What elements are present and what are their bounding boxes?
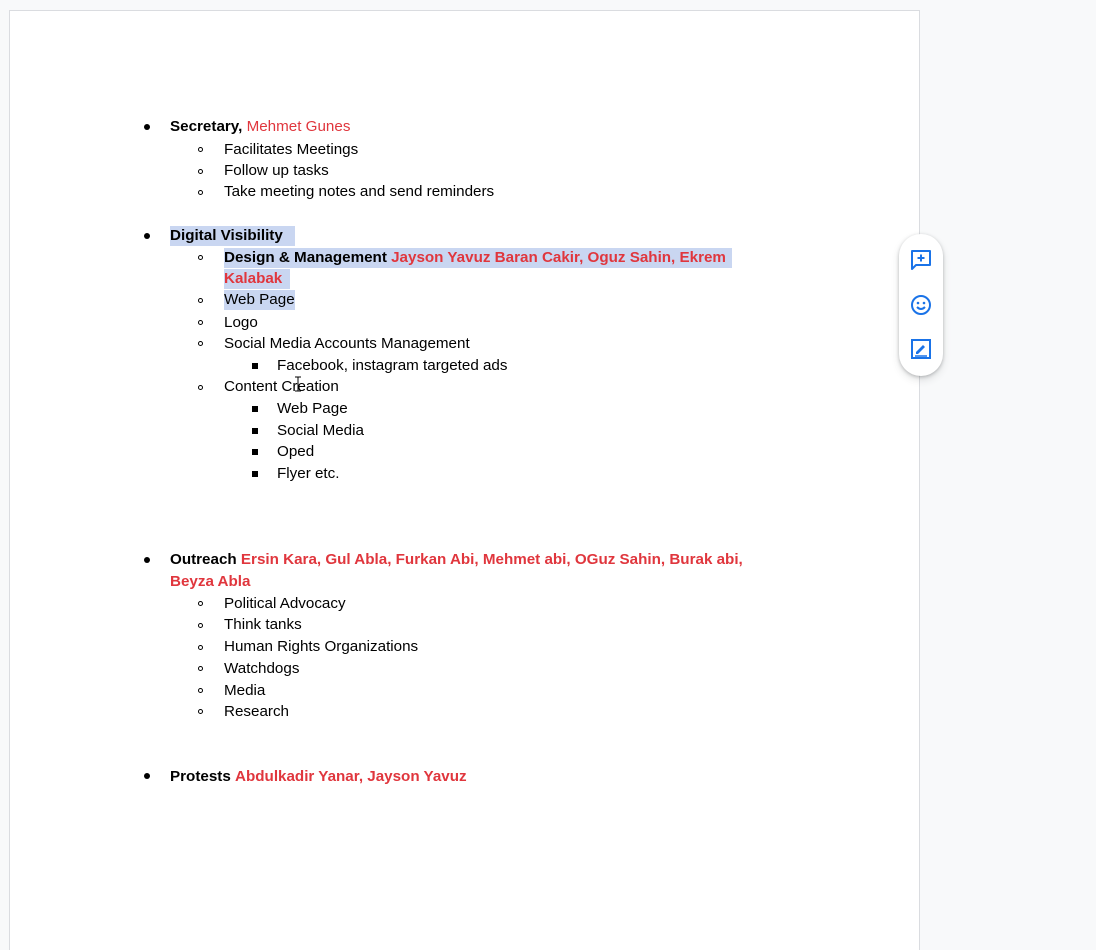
- outreach-names-continued[interactable]: Beyza Abla: [170, 572, 250, 592]
- protests-heading[interactable]: Protests Abdulkadir Yanar, Jayson Yavuz: [170, 767, 467, 787]
- sub-bullet: [198, 255, 203, 260]
- bullet: [144, 233, 150, 239]
- document-page[interactable]: [9, 10, 920, 950]
- list-item[interactable]: Social Media Accounts Management: [224, 334, 470, 354]
- sub-bullet: [198, 320, 203, 325]
- emoji-reaction-icon[interactable]: [909, 293, 933, 317]
- floating-comment-toolbar: [899, 234, 943, 376]
- secretary-heading[interactable]: Secretary, Mehmet Gunes: [170, 117, 350, 137]
- sub-bullet: [198, 298, 203, 303]
- list-item[interactable]: Political Advocacy: [224, 594, 346, 614]
- list-item[interactable]: Follow up tasks: [224, 161, 329, 181]
- sub-bullet: [198, 341, 203, 346]
- list-item[interactable]: Logo: [224, 313, 258, 333]
- sub-bullet: [198, 169, 203, 174]
- list-item[interactable]: Content Creation: [224, 377, 339, 397]
- protests-names: Abdulkadir Yanar, Jayson Yavuz: [235, 768, 467, 785]
- sub-sub-bullet: [252, 471, 258, 477]
- sub-bullet: [198, 190, 203, 195]
- sub-bullet: [198, 709, 203, 714]
- sub-bullet: [198, 688, 203, 693]
- secretary-name: Mehmet Gunes: [246, 118, 351, 135]
- list-item[interactable]: Facebook, instagram targeted ads: [277, 356, 507, 376]
- sub-sub-bullet: [252, 363, 258, 369]
- add-comment-icon[interactable]: [909, 248, 933, 272]
- sub-sub-bullet: [252, 428, 258, 434]
- protests-label: Protests: [170, 768, 231, 785]
- list-item[interactable]: Take meeting notes and send reminders: [224, 182, 494, 202]
- digital-visibility-heading[interactable]: Digital Visibility: [170, 226, 295, 246]
- list-item[interactable]: Flyer etc.: [277, 464, 339, 484]
- sub-bullet: [198, 147, 203, 152]
- list-item[interactable]: Media: [224, 681, 265, 701]
- outreach-label: Outreach: [170, 551, 237, 568]
- sub-bullet: [198, 666, 203, 671]
- list-item[interactable]: Facilitates Meetings: [224, 140, 358, 160]
- list-item[interactable]: Think tanks: [224, 615, 302, 635]
- sub-bullet: [198, 385, 203, 390]
- list-item[interactable]: Web Page: [224, 290, 295, 310]
- text-cursor-icon: [295, 376, 301, 392]
- outreach-heading[interactable]: Outreach Ersin Kara, Gul Abla, Furkan Ab…: [170, 550, 743, 570]
- bullet: [144, 557, 150, 563]
- list-item[interactable]: Human Rights Organizations: [224, 637, 418, 657]
- design-management-item[interactable]: Design & Management Jayson Yavuz Baran C…: [224, 248, 732, 268]
- sub-bullet: [198, 645, 203, 650]
- sub-sub-bullet: [252, 406, 258, 412]
- design-names: Jayson Yavuz Baran Cakir, Oguz Sahin, Ek…: [391, 249, 726, 266]
- design-names-continued[interactable]: Kalabak: [224, 269, 291, 289]
- list-item[interactable]: Watchdogs: [224, 659, 299, 679]
- design-label: Design & Management: [224, 249, 387, 266]
- list-item[interactable]: Research: [224, 702, 289, 722]
- sub-bullet: [198, 601, 203, 606]
- sub-sub-bullet: [252, 449, 258, 455]
- secretary-label: Secretary,: [170, 118, 243, 135]
- list-item[interactable]: Social Media: [277, 421, 364, 441]
- list-item[interactable]: Oped: [277, 442, 314, 462]
- bullet: [144, 773, 150, 779]
- suggest-edit-icon[interactable]: [909, 337, 933, 361]
- sub-bullet: [198, 623, 203, 628]
- bullet: [144, 124, 150, 130]
- outreach-names: Ersin Kara, Gul Abla, Furkan Abi, Mehmet…: [240, 551, 743, 568]
- list-item[interactable]: Web Page: [277, 399, 348, 419]
